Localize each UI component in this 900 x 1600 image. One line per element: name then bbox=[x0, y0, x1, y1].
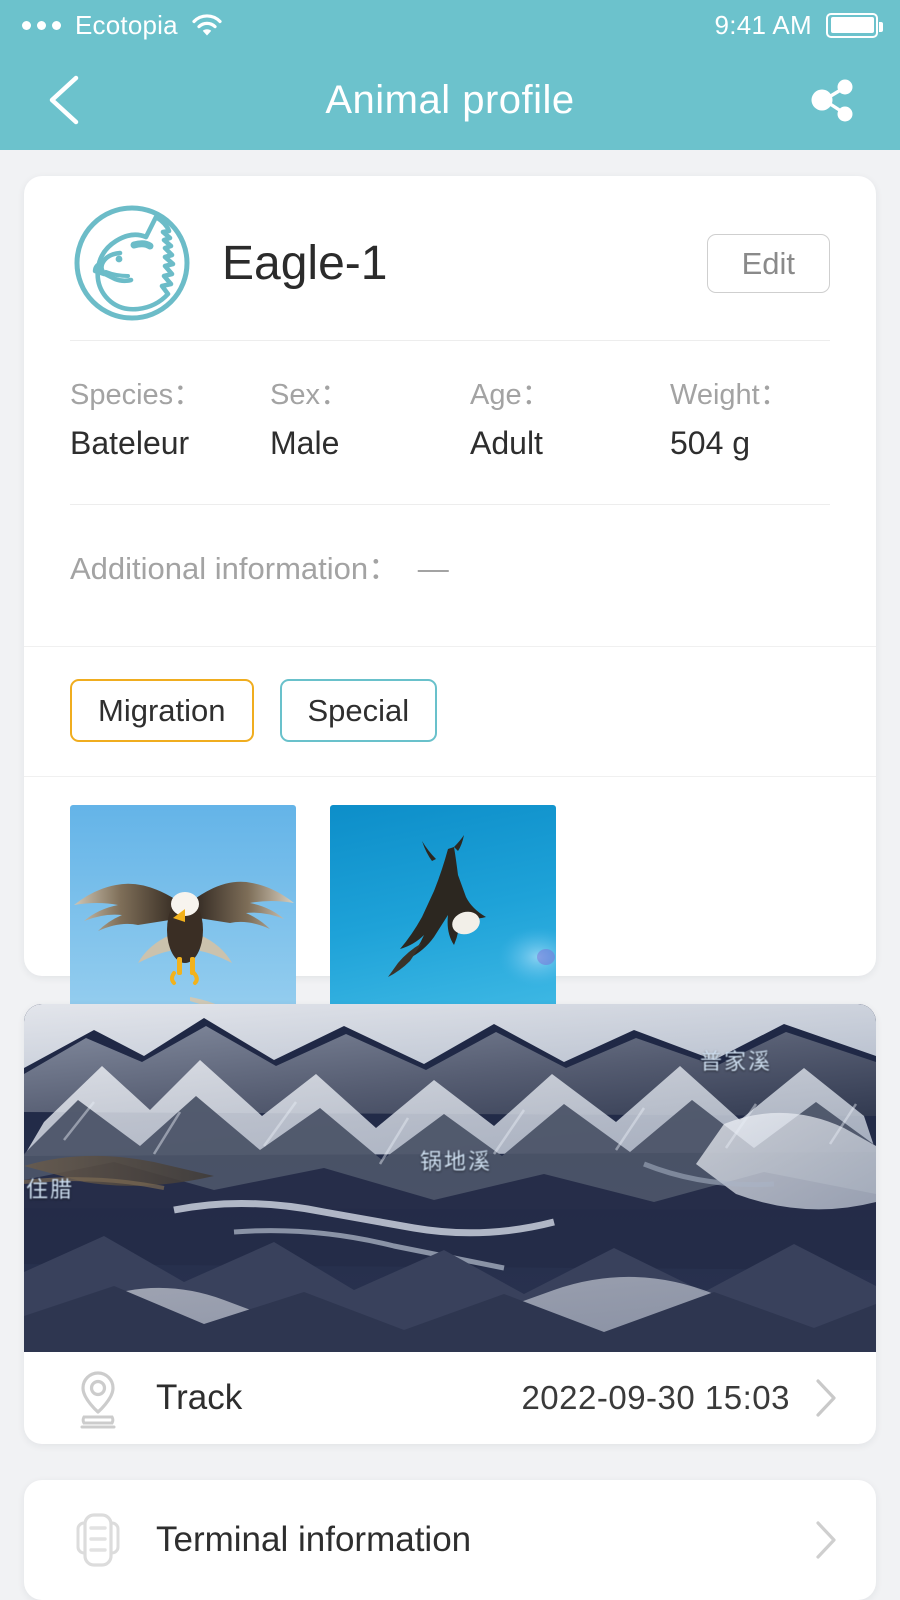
tag-list: Migration Special bbox=[24, 647, 876, 776]
tag-special[interactable]: Special bbox=[279, 679, 438, 742]
photo-thumbnail[interactable] bbox=[330, 805, 556, 1035]
page-title: Animal profile bbox=[325, 77, 575, 122]
terminal-information-label: Terminal information bbox=[156, 1520, 472, 1559]
status-bar: Ecotopia 9:41 AM bbox=[0, 0, 900, 50]
track-timestamp: 2022-09-30 15:03 bbox=[521, 1379, 790, 1416]
track-row[interactable]: Track 2022-09-30 15:03 bbox=[24, 1352, 876, 1444]
satellite-map[interactable]: 普家溪 卡住腊 锅地溪 bbox=[24, 1004, 876, 1352]
attribute-age: Age： Adult bbox=[470, 371, 670, 462]
attribute-species: Species： Bateleur bbox=[70, 371, 270, 462]
terminal-information-card: Terminal information bbox=[24, 1480, 876, 1600]
animal-profile-card: Eagle-1 Edit Species： Bateleur Sex： Male… bbox=[24, 176, 876, 1035]
attributes-row: Species： Bateleur Sex： Male Age： Adult W… bbox=[24, 341, 876, 484]
attribute-value: Adult bbox=[470, 425, 543, 461]
additional-information-value: — bbox=[417, 551, 449, 586]
status-bar-left: Ecotopia bbox=[22, 10, 222, 41]
attribute-label: Weight： bbox=[670, 379, 789, 411]
chevron-right-icon bbox=[812, 1376, 840, 1420]
edit-button[interactable]: Edit bbox=[706, 233, 830, 293]
attribute-value: Bateleur bbox=[70, 425, 190, 461]
location-stamp-icon bbox=[70, 1367, 126, 1429]
additional-information-label: Additional information： bbox=[70, 551, 400, 586]
additional-information: Additional information： — bbox=[24, 505, 876, 646]
photo-thumbnail[interactable] bbox=[70, 805, 296, 1035]
tag-migration[interactable]: Migration bbox=[70, 679, 254, 742]
signal-dots-icon bbox=[22, 20, 61, 30]
attribute-label: Sex： bbox=[270, 379, 349, 411]
share-network-icon[interactable] bbox=[804, 72, 860, 128]
attribute-weight: Weight： 504 g bbox=[670, 371, 789, 462]
carrier-name: Ecotopia bbox=[75, 9, 178, 40]
terminal-information-row[interactable]: Terminal information bbox=[24, 1480, 876, 1600]
attribute-sex: Sex： Male bbox=[270, 371, 470, 462]
attribute-value: Male bbox=[270, 425, 340, 461]
clock: 9:41 AM bbox=[714, 9, 812, 40]
profile-header: Eagle-1 Edit bbox=[24, 176, 876, 321]
back-button[interactable] bbox=[40, 70, 92, 130]
track-label: Track bbox=[156, 1378, 243, 1417]
animal-name: Eagle-1 bbox=[222, 236, 388, 290]
wifi-icon bbox=[192, 14, 222, 36]
attribute-value: 504 g bbox=[670, 425, 751, 461]
status-bar-right: 9:41 AM bbox=[714, 9, 883, 41]
eagle-head-avatar-icon bbox=[70, 201, 194, 325]
chevron-right-icon bbox=[812, 1518, 840, 1562]
tracker-device-icon bbox=[70, 1509, 126, 1571]
attribute-label: Species： bbox=[70, 379, 203, 411]
nav-bar: Animal profile bbox=[0, 50, 900, 150]
attribute-label: Age： bbox=[470, 379, 551, 411]
phone-screen: Ecotopia 9:41 AM Animal profile Eagle-1 … bbox=[0, 0, 900, 1600]
battery-full-icon bbox=[826, 12, 883, 38]
track-map-card: 普家溪 卡住腊 锅地溪 Track 2022-09-30 bbox=[24, 1004, 876, 1444]
